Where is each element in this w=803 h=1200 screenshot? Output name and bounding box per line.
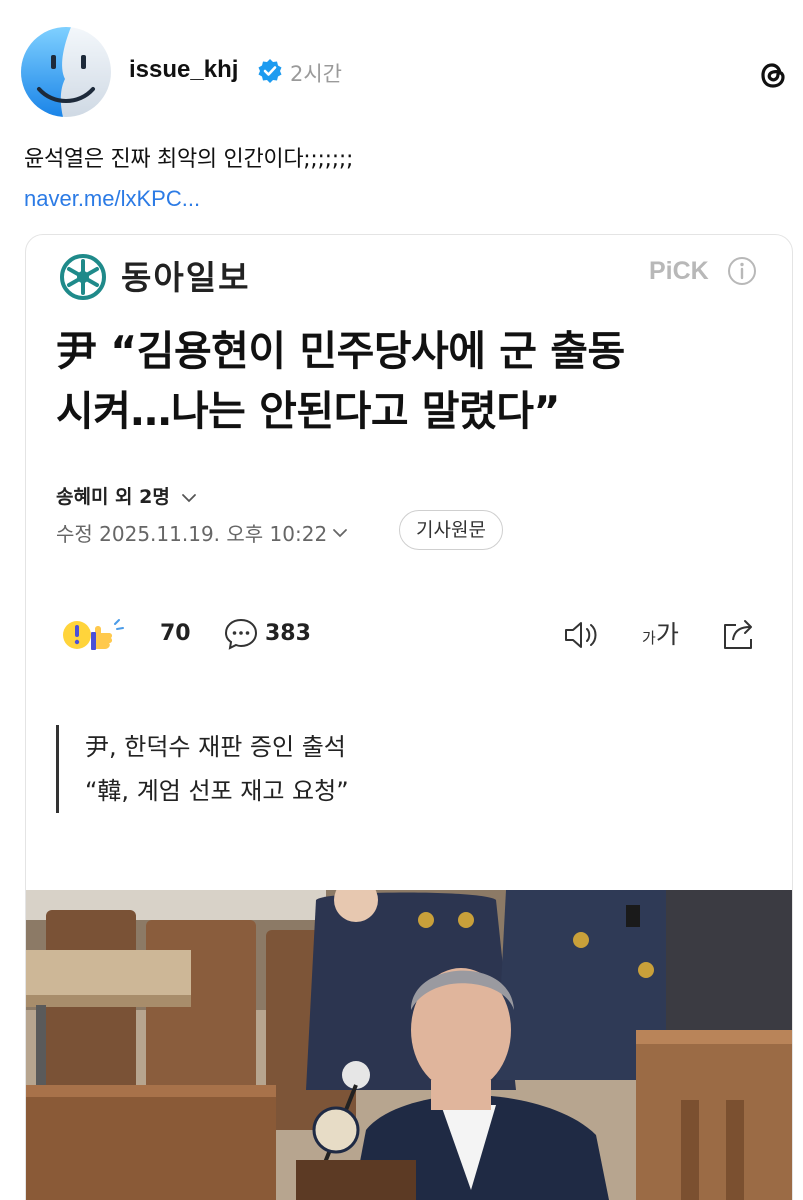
pick-label: PiCK	[649, 257, 709, 285]
chevron-down-icon	[182, 493, 197, 502]
headline-line-2: 시켜…나는 안된다고 말렸다”	[56, 387, 560, 435]
summary-line-1: 尹, 한덕수 재판 증인 출석	[85, 733, 346, 761]
article-dateline[interactable]: 수정 2025.11.19. 오후 10:22	[56, 518, 349, 547]
font-size-small-glyph: 가	[642, 629, 656, 647]
comment-icon[interactable]	[223, 617, 259, 651]
verified-badge-icon	[258, 59, 282, 83]
post-link[interactable]: naver.me/lxKPC...	[24, 186, 200, 212]
info-icon[interactable]	[726, 255, 758, 287]
finder-avatar-icon	[21, 27, 111, 117]
speaker-icon[interactable]	[562, 619, 602, 651]
font-size-big-glyph: 가	[655, 620, 679, 649]
original-article-button[interactable]: 기사원문	[399, 510, 503, 550]
avatar[interactable]	[21, 27, 111, 117]
reaction-count: 70	[160, 621, 191, 646]
article-action-bar: 70 383 가가	[56, 615, 766, 655]
threads-logo-icon[interactable]	[755, 57, 791, 93]
comment-count: 383	[265, 621, 311, 646]
summary-line-2: “韓, 계엄 선포 재고 요청”	[85, 777, 349, 805]
article-card[interactable]: 동아일보 PiCK 尹 “김용현이 민주당사에 군 출동 시켜…나는 안된다고 …	[25, 234, 793, 1200]
post-text: 윤석열은 진짜 최악의 인간이다;;;;;;;	[24, 147, 354, 172]
author-byline[interactable]: 송혜미 외 2명	[56, 482, 198, 509]
chevron-down-icon	[333, 528, 348, 537]
donga-logo-icon	[60, 254, 106, 300]
article-headline: 尹 “김용현이 민주당사에 군 출동 시켜…나는 안된다고 말렸다”	[56, 321, 776, 441]
dateline-text: 수정 2025.11.19. 오후 10:22	[56, 522, 328, 546]
publisher-name[interactable]: 동아일보	[121, 251, 250, 299]
article-photo[interactable]	[26, 890, 793, 1200]
reaction-emoji-icon[interactable]	[61, 615, 131, 655]
post-time: 2시간	[290, 62, 343, 86]
headline-line-1: 尹 “김용현이 민주당사에 군 출동	[56, 327, 625, 375]
authors-text: 송혜미 외 2명	[56, 486, 170, 508]
author-handle[interactable]: issue_khj	[129, 56, 238, 84]
article-summary: 尹, 한덕수 재판 증인 출석 “韓, 계엄 선포 재고 요청”	[56, 725, 349, 813]
font-size-button[interactable]: 가가	[642, 615, 679, 651]
share-icon[interactable]	[720, 615, 760, 653]
